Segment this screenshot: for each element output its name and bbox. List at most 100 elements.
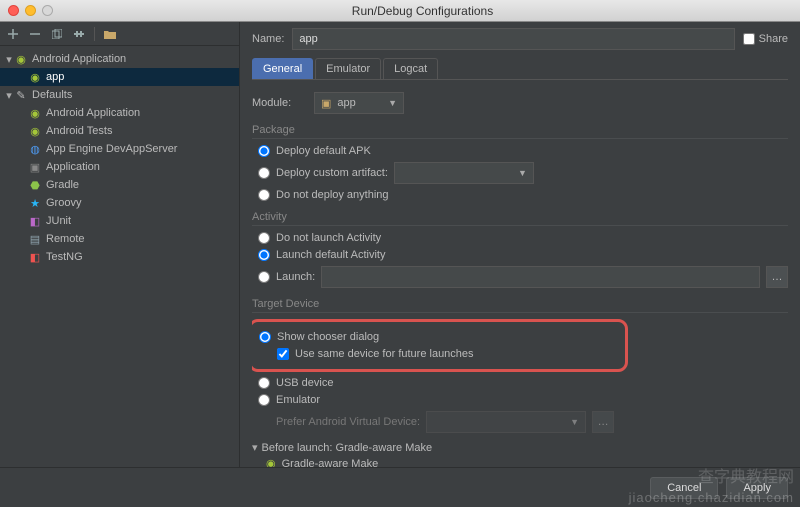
- tree-node-default-groovy[interactable]: ★Groovy: [0, 194, 239, 212]
- radio-do-not-launch[interactable]: [258, 232, 270, 244]
- section-activity: Activity Do not launch Activity Launch d…: [252, 209, 788, 288]
- radio-label: Do not launch Activity: [276, 232, 381, 244]
- form-content: Module: ▣ app ▼ Package Deploy default A…: [252, 80, 788, 467]
- radio-launch-default[interactable]: [258, 249, 270, 261]
- window-titlebar: Run/Debug Configurations: [0, 0, 800, 22]
- settings-config-icon[interactable]: [72, 27, 86, 41]
- config-tree[interactable]: ▾ ◉ Android Application ◉ app ▾ ✎ Defaul…: [0, 46, 239, 467]
- tab-emulator[interactable]: Emulator: [315, 58, 381, 79]
- copy-config-icon[interactable]: [50, 27, 64, 41]
- module-label: Module:: [252, 97, 308, 109]
- module-combo[interactable]: ▣ app ▼: [314, 92, 404, 114]
- android-icon: ◉: [28, 70, 42, 84]
- tree-node-app[interactable]: ◉ app: [0, 68, 239, 86]
- chevron-down-icon: ▼: [388, 98, 397, 108]
- tab-general[interactable]: General: [252, 58, 313, 79]
- checkbox-use-same-device[interactable]: [277, 348, 289, 360]
- radio-emulator[interactable]: [258, 394, 270, 406]
- before-launch-title: Before launch: Gradle-aware Make: [262, 442, 433, 454]
- radio-deploy-custom[interactable]: [258, 167, 270, 179]
- gradle-make-icon: ◉: [266, 457, 276, 467]
- tree-node-default-android-application[interactable]: ◉ Android Application: [0, 104, 239, 122]
- name-input[interactable]: [292, 28, 734, 50]
- group-config-icon[interactable]: [103, 27, 117, 41]
- expand-icon[interactable]: ▾: [4, 89, 14, 102]
- tree-node-default-appengine[interactable]: ◍ App Engine DevAppServer: [0, 140, 239, 158]
- tree-node-default-application[interactable]: ▣ Application: [0, 158, 239, 176]
- checkbox-label: Use same device for future launches: [295, 348, 474, 360]
- maximize-window-icon[interactable]: [42, 5, 53, 16]
- minimize-window-icon[interactable]: [25, 5, 36, 16]
- testng-icon: ◧: [28, 250, 42, 264]
- tree-label: Defaults: [32, 89, 72, 101]
- name-label: Name:: [252, 33, 284, 45]
- launch-activity-field[interactable]: [321, 266, 760, 288]
- share-label: Share: [759, 33, 788, 45]
- radio-label: Deploy custom artifact:: [276, 167, 388, 179]
- tree-label: Gradle: [46, 179, 79, 191]
- toolbar-separator: [94, 27, 95, 41]
- radio-do-not-deploy[interactable]: [258, 189, 270, 201]
- tree-node-android-application[interactable]: ▾ ◉ Android Application: [0, 50, 239, 68]
- left-panel: ▾ ◉ Android Application ◉ app ▾ ✎ Defaul…: [0, 22, 240, 467]
- dialog-footer: Cancel Apply: [0, 467, 800, 507]
- section-header: Package: [252, 122, 788, 139]
- tree-label: JUnit: [46, 215, 71, 227]
- module-value: app: [337, 97, 355, 109]
- apply-button[interactable]: Apply: [726, 477, 788, 499]
- browse-activity-button[interactable]: …: [766, 266, 788, 288]
- tree-node-default-android-tests[interactable]: ◉Android Tests: [0, 122, 239, 140]
- config-toolbar: [0, 22, 239, 46]
- before-launch-item-label: Gradle-aware Make: [282, 458, 379, 468]
- radio-label: Show chooser dialog: [277, 331, 379, 343]
- section-header: Target Device: [252, 296, 788, 313]
- avd-manager-button: …: [592, 411, 614, 433]
- before-launch-item[interactable]: ◉ Gradle-aware Make: [252, 454, 788, 467]
- section-package: Package Deploy default APK Deploy custom…: [252, 122, 788, 201]
- tree-label: Android Application: [32, 53, 126, 65]
- radio-label: Launch:: [276, 271, 315, 283]
- tree-node-default-gradle[interactable]: ⬣Gradle: [0, 176, 239, 194]
- tree-node-default-testng[interactable]: ◧ TestNG: [0, 248, 239, 266]
- right-panel: Name: Share General Emulator Logcat Modu…: [240, 22, 800, 467]
- expand-icon[interactable]: ▾: [4, 53, 14, 66]
- prefer-avd-label: Prefer Android Virtual Device:: [276, 416, 420, 428]
- junit-icon: ◧: [28, 214, 42, 228]
- tree-node-default-junit[interactable]: ◧ JUnit: [0, 212, 239, 230]
- tabs: General Emulator Logcat: [252, 58, 788, 80]
- chevron-down-icon: ▼: [570, 417, 579, 427]
- add-config-icon[interactable]: [6, 27, 20, 41]
- tree-node-defaults[interactable]: ▾ ✎ Defaults: [0, 86, 239, 104]
- section-header: Activity: [252, 209, 788, 226]
- appengine-icon: ◍: [28, 142, 42, 156]
- module-icon: ▣: [321, 97, 331, 110]
- radio-label: Launch default Activity: [276, 249, 385, 261]
- tree-label: Application: [46, 161, 100, 173]
- close-window-icon[interactable]: [8, 5, 19, 16]
- tree-label: Android Tests: [46, 125, 112, 137]
- custom-artifact-combo[interactable]: ▼: [394, 162, 534, 184]
- tree-label: Remote: [46, 233, 85, 245]
- android-icon: ◉: [28, 106, 42, 120]
- radio-launch-specific[interactable]: [258, 271, 270, 283]
- radio-show-chooser[interactable]: [259, 331, 271, 343]
- collapse-icon[interactable]: ▾: [252, 442, 258, 454]
- tree-label: App Engine DevAppServer: [46, 143, 177, 155]
- radio-usb-device[interactable]: [258, 377, 270, 389]
- remove-config-icon[interactable]: [28, 27, 42, 41]
- radio-label: USB device: [276, 377, 333, 389]
- radio-label: Emulator: [276, 394, 320, 406]
- cancel-button[interactable]: Cancel: [650, 477, 718, 499]
- application-icon: ▣: [28, 160, 42, 174]
- tree-label: TestNG: [46, 251, 83, 263]
- traffic-lights: [8, 5, 53, 16]
- share-checkbox[interactable]: [743, 33, 755, 45]
- tree-label: Android Application: [46, 107, 140, 119]
- before-launch-section: ▾ Before launch: Gradle-aware Make ◉ Grad…: [252, 441, 788, 467]
- section-target-device: Target Device Show chooser dialog Use sa…: [252, 296, 788, 433]
- tree-node-default-remote[interactable]: ▤Remote: [0, 230, 239, 248]
- tree-label: Groovy: [46, 197, 81, 209]
- wrench-icon: ✎: [14, 88, 28, 102]
- tab-logcat[interactable]: Logcat: [383, 58, 438, 79]
- radio-deploy-default[interactable]: [258, 145, 270, 157]
